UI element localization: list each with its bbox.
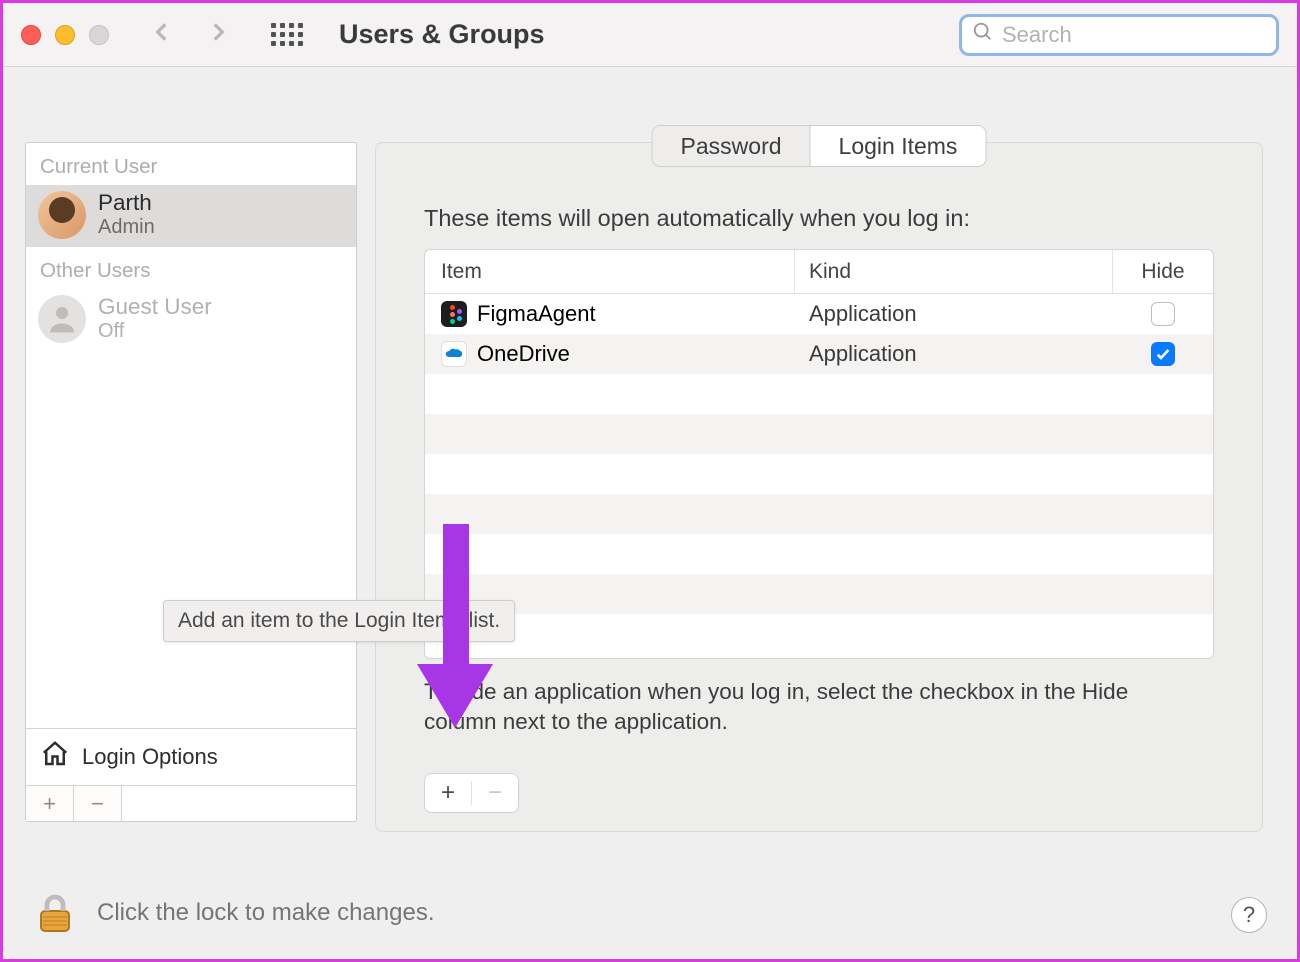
- item-kind: Application: [795, 334, 1113, 374]
- show-all-button[interactable]: [271, 23, 303, 46]
- figma-app-icon: [441, 301, 467, 327]
- remove-user-button[interactable]: −: [74, 786, 122, 821]
- lock-row: Click the lock to make changes.: [31, 889, 435, 937]
- column-item[interactable]: Item: [425, 250, 795, 293]
- sidebar-add-remove: + −: [26, 785, 356, 821]
- avatar-placeholder-icon: [38, 295, 86, 343]
- back-button[interactable]: [149, 19, 175, 50]
- column-kind[interactable]: Kind: [795, 250, 1113, 293]
- user-role: Admin: [98, 216, 155, 239]
- users-sidebar: Current User Parth Admin Other Users Gue…: [25, 142, 357, 822]
- hide-checkbox[interactable]: [1151, 342, 1175, 366]
- maximize-window-button[interactable]: [89, 25, 109, 45]
- avatar-icon: [38, 191, 86, 239]
- tab-bar: Password Login Items: [652, 125, 987, 167]
- hide-hint-text: To hide an application when you log in, …: [424, 677, 1202, 738]
- add-login-item-button[interactable]: +: [425, 774, 471, 812]
- user-name: Guest User: [98, 295, 212, 320]
- login-options-button[interactable]: Login Options: [26, 728, 356, 785]
- onedrive-app-icon: [441, 341, 467, 367]
- content-area: Current User Parth Admin Other Users Gue…: [3, 70, 1297, 959]
- item-name: FigmaAgent: [477, 301, 596, 327]
- page-title: Users & Groups: [339, 19, 545, 50]
- sidebar-user-guest[interactable]: Guest User Off: [26, 289, 356, 351]
- toolbar: Users & Groups: [3, 3, 1297, 67]
- hide-checkbox[interactable]: [1151, 302, 1175, 326]
- search-field[interactable]: [959, 14, 1279, 56]
- sidebar-user-current[interactable]: Parth Admin: [26, 185, 356, 247]
- item-name: OneDrive: [477, 341, 570, 367]
- minimize-window-button[interactable]: [55, 25, 75, 45]
- user-name: Parth: [98, 191, 155, 216]
- add-user-button[interactable]: +: [26, 786, 74, 821]
- window-controls: [21, 25, 109, 45]
- remove-login-item-button[interactable]: −: [472, 774, 518, 812]
- house-icon: [40, 739, 70, 775]
- lock-icon[interactable]: [31, 889, 79, 937]
- tab-login-items[interactable]: Login Items: [810, 126, 986, 166]
- table-header: Item Kind Hide: [425, 250, 1213, 294]
- tab-password[interactable]: Password: [653, 126, 810, 166]
- table-row[interactable]: OneDrive Application: [425, 334, 1213, 374]
- other-users-heading: Other Users: [26, 247, 356, 289]
- login-options-label: Login Options: [82, 744, 218, 770]
- main-panel: Password Login Items These items will op…: [375, 142, 1263, 832]
- nav-arrows: [149, 19, 231, 50]
- search-input[interactable]: [1002, 22, 1290, 48]
- search-icon: [972, 21, 994, 48]
- login-items-add-remove: + −: [424, 773, 519, 813]
- close-window-button[interactable]: [21, 25, 41, 45]
- column-hide[interactable]: Hide: [1113, 250, 1213, 293]
- window-frame: Users & Groups Current User Parth Admin …: [0, 0, 1300, 962]
- current-user-heading: Current User: [26, 143, 356, 185]
- forward-button[interactable]: [205, 19, 231, 50]
- table-row[interactable]: FigmaAgent Application: [425, 294, 1213, 334]
- lock-hint: Click the lock to make changes.: [97, 899, 435, 927]
- help-button[interactable]: ?: [1231, 897, 1267, 933]
- user-role: Off: [98, 320, 212, 343]
- login-items-intro: These items will open automatically when…: [424, 205, 970, 232]
- login-items-table: Item Kind Hide FigmaAgent Application: [424, 249, 1214, 659]
- annotation-arrow-icon: [421, 524, 491, 744]
- item-kind: Application: [795, 294, 1113, 334]
